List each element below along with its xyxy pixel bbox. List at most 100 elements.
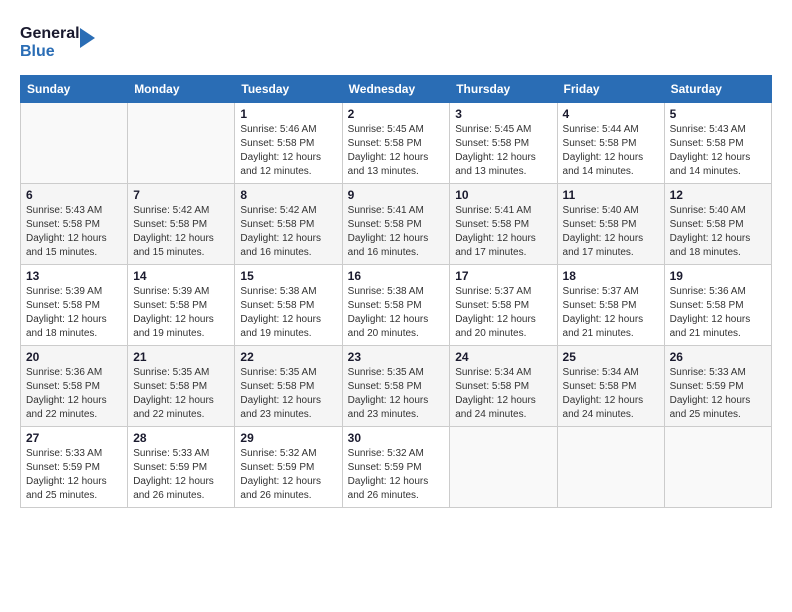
day-info: Sunrise: 5:34 AM Sunset: 5:58 PM Dayligh… (455, 366, 551, 422)
calendar-day-cell: 1Sunrise: 5:46 AM Sunset: 5:58 PM Daylig… (235, 103, 342, 184)
day-info: Sunrise: 5:41 AM Sunset: 5:58 PM Dayligh… (348, 204, 445, 260)
day-number: 12 (670, 188, 766, 202)
calendar-day-cell (557, 427, 664, 508)
day-info: Sunrise: 5:35 AM Sunset: 5:58 PM Dayligh… (240, 366, 336, 422)
calendar-day-cell (128, 103, 235, 184)
day-number: 15 (240, 269, 336, 283)
calendar-day-cell: 26Sunrise: 5:33 AM Sunset: 5:59 PM Dayli… (664, 346, 771, 427)
day-info: Sunrise: 5:33 AM Sunset: 5:59 PM Dayligh… (133, 447, 229, 503)
day-info: Sunrise: 5:42 AM Sunset: 5:58 PM Dayligh… (240, 204, 336, 260)
calendar-day-cell: 24 Sunrise: 5:34 AM Sunset: 5:58 PM Dayli… (450, 346, 557, 427)
day-info: Sunrise: 5:39 AM Sunset: 5:58 PM Dayligh… (133, 285, 229, 341)
logo-svg: GeneralBlue (20, 20, 100, 65)
day-info: Sunrise: 5:43 AM Sunset: 5:58 PM Dayligh… (26, 204, 122, 260)
day-of-week-header: Sunday (21, 76, 128, 103)
day-info: Sunrise: 5:45 AM Sunset: 5:58 PM Dayligh… (348, 123, 445, 179)
calendar-header-row: SundayMondayTuesdayWednesdayThursdayFrid… (21, 76, 772, 103)
day-info: Sunrise: 5:36 AM Sunset: 5:58 PM Dayligh… (670, 285, 766, 341)
day-info: Sunrise: 5:41 AM Sunset: 5:58 PM Dayligh… (455, 204, 551, 260)
day-info: Sunrise: 5:37 AM Sunset: 5:58 PM Dayligh… (563, 285, 659, 341)
calendar-day-cell: 5 Sunrise: 5:43 AM Sunset: 5:58 PM Daylig… (664, 103, 771, 184)
day-number: 11 (563, 188, 659, 202)
calendar-day-cell: 20 Sunrise: 5:36 AM Sunset: 5:58 PM Dayli… (21, 346, 128, 427)
day-of-week-header: Monday (128, 76, 235, 103)
calendar-day-cell: 18 Sunrise: 5:37 AM Sunset: 5:58 PM Dayli… (557, 265, 664, 346)
calendar-week-row: 27Sunrise: 5:33 AM Sunset: 5:59 PM Dayli… (21, 427, 772, 508)
day-number: 23 (348, 350, 445, 364)
calendar-table: SundayMondayTuesdayWednesdayThursdayFrid… (20, 75, 772, 508)
calendar-day-cell: 8 Sunrise: 5:42 AM Sunset: 5:58 PM Daylig… (235, 184, 342, 265)
day-info: Sunrise: 5:33 AM Sunset: 5:59 PM Dayligh… (26, 447, 122, 503)
day-number: 3 (455, 107, 551, 121)
day-number: 9 (348, 188, 445, 202)
calendar-day-cell: 25 Sunrise: 5:34 AM Sunset: 5:58 PM Dayli… (557, 346, 664, 427)
day-number: 24 (455, 350, 551, 364)
calendar-day-cell: 14 Sunrise: 5:39 AM Sunset: 5:58 PM Dayli… (128, 265, 235, 346)
day-number: 7 (133, 188, 229, 202)
svg-text:Blue: Blue (20, 43, 55, 60)
day-info: Sunrise: 5:38 AM Sunset: 5:58 PM Dayligh… (240, 285, 336, 341)
day-number: 26 (670, 350, 766, 364)
day-info: Sunrise: 5:43 AM Sunset: 5:58 PM Dayligh… (670, 123, 766, 179)
calendar-day-cell: 4 Sunrise: 5:44 AM Sunset: 5:58 PM Daylig… (557, 103, 664, 184)
day-info: Sunrise: 5:35 AM Sunset: 5:58 PM Dayligh… (348, 366, 445, 422)
day-number: 1 (240, 107, 336, 121)
day-number: 14 (133, 269, 229, 283)
calendar-day-cell: 28 Sunrise: 5:33 AM Sunset: 5:59 PM Dayli… (128, 427, 235, 508)
calendar-day-cell (450, 427, 557, 508)
day-info: Sunrise: 5:35 AM Sunset: 5:58 PM Dayligh… (133, 366, 229, 422)
day-number: 17 (455, 269, 551, 283)
day-number: 16 (348, 269, 445, 283)
day-info: Sunrise: 5:42 AM Sunset: 5:58 PM Dayligh… (133, 204, 229, 260)
day-number: 25 (563, 350, 659, 364)
day-info: Sunrise: 5:32 AM Sunset: 5:59 PM Dayligh… (348, 447, 445, 503)
day-number: 28 (133, 431, 229, 445)
header: GeneralBlue (20, 20, 772, 65)
day-number: 8 (240, 188, 336, 202)
calendar-day-cell: 21 Sunrise: 5:35 AM Sunset: 5:58 PM Dayli… (128, 346, 235, 427)
calendar-day-cell: 22 Sunrise: 5:35 AM Sunset: 5:58 PM Dayli… (235, 346, 342, 427)
calendar-day-cell: 6 Sunrise: 5:43 AM Sunset: 5:58 PM Daylig… (21, 184, 128, 265)
day-of-week-header: Thursday (450, 76, 557, 103)
day-info: Sunrise: 5:36 AM Sunset: 5:58 PM Dayligh… (26, 366, 122, 422)
day-info: Sunrise: 5:37 AM Sunset: 5:58 PM Dayligh… (455, 285, 551, 341)
calendar-day-cell: 11 Sunrise: 5:40 AM Sunset: 5:58 PM Dayli… (557, 184, 664, 265)
day-of-week-header: Friday (557, 76, 664, 103)
day-number: 5 (670, 107, 766, 121)
day-number: 19 (670, 269, 766, 283)
calendar-week-row: 6 Sunrise: 5:43 AM Sunset: 5:58 PM Daylig… (21, 184, 772, 265)
day-number: 18 (563, 269, 659, 283)
svg-text:General: General (20, 25, 80, 42)
calendar-day-cell (664, 427, 771, 508)
calendar-day-cell: 17 Sunrise: 5:37 AM Sunset: 5:58 PM Dayli… (450, 265, 557, 346)
calendar-day-cell: 10 Sunrise: 5:41 AM Sunset: 5:58 PM Dayli… (450, 184, 557, 265)
calendar-day-cell: 9 Sunrise: 5:41 AM Sunset: 5:58 PM Daylig… (342, 184, 450, 265)
day-number: 4 (563, 107, 659, 121)
day-number: 2 (348, 107, 445, 121)
day-of-week-header: Tuesday (235, 76, 342, 103)
calendar-day-cell: 13Sunrise: 5:39 AM Sunset: 5:58 PM Dayli… (21, 265, 128, 346)
calendar-day-cell: 7 Sunrise: 5:42 AM Sunset: 5:58 PM Daylig… (128, 184, 235, 265)
day-number: 6 (26, 188, 122, 202)
day-number: 30 (348, 431, 445, 445)
day-info: Sunrise: 5:40 AM Sunset: 5:58 PM Dayligh… (563, 204, 659, 260)
day-number: 22 (240, 350, 336, 364)
calendar-day-cell: 23 Sunrise: 5:35 AM Sunset: 5:58 PM Dayli… (342, 346, 450, 427)
day-number: 29 (240, 431, 336, 445)
day-number: 10 (455, 188, 551, 202)
calendar-day-cell (21, 103, 128, 184)
day-info: Sunrise: 5:38 AM Sunset: 5:58 PM Dayligh… (348, 285, 445, 341)
day-number: 21 (133, 350, 229, 364)
logo: GeneralBlue (20, 20, 100, 65)
calendar-week-row: 20 Sunrise: 5:36 AM Sunset: 5:58 PM Dayli… (21, 346, 772, 427)
calendar-day-cell: 19 Sunrise: 5:36 AM Sunset: 5:58 PM Dayli… (664, 265, 771, 346)
day-info: Sunrise: 5:40 AM Sunset: 5:58 PM Dayligh… (670, 204, 766, 260)
day-number: 20 (26, 350, 122, 364)
calendar-day-cell: 12 Sunrise: 5:40 AM Sunset: 5:58 PM Dayli… (664, 184, 771, 265)
day-of-week-header: Wednesday (342, 76, 450, 103)
day-info: Sunrise: 5:44 AM Sunset: 5:58 PM Dayligh… (563, 123, 659, 179)
calendar-day-cell: 3Sunrise: 5:45 AM Sunset: 5:58 PM Daylig… (450, 103, 557, 184)
day-info: Sunrise: 5:34 AM Sunset: 5:58 PM Dayligh… (563, 366, 659, 422)
day-info: Sunrise: 5:39 AM Sunset: 5:58 PM Dayligh… (26, 285, 122, 341)
day-of-week-header: Saturday (664, 76, 771, 103)
